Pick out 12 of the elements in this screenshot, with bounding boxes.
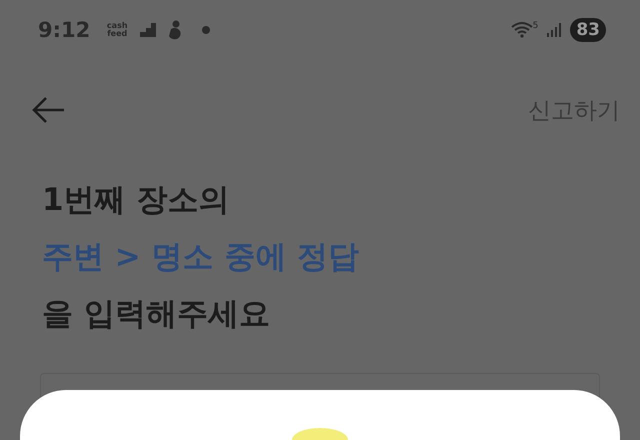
network-label: 5 <box>532 21 538 31</box>
question-line: 을 입력해주세요 <box>42 295 271 334</box>
back-arrow-icon[interactable] <box>30 95 66 125</box>
question-line: 주변 > 명소 중에 정답 <box>42 238 360 277</box>
battery-indicator: 83 <box>570 18 606 42</box>
app-notification-icon: cash feed <box>104 22 130 38</box>
stairs-icon <box>138 21 158 39</box>
status-time: 9:12 <box>38 18 90 42</box>
signal-icon <box>546 22 562 38</box>
notification-dot-icon <box>202 26 210 34</box>
question-line: 1번째 장소의 <box>42 181 230 220</box>
wifi-icon <box>510 21 533 39</box>
